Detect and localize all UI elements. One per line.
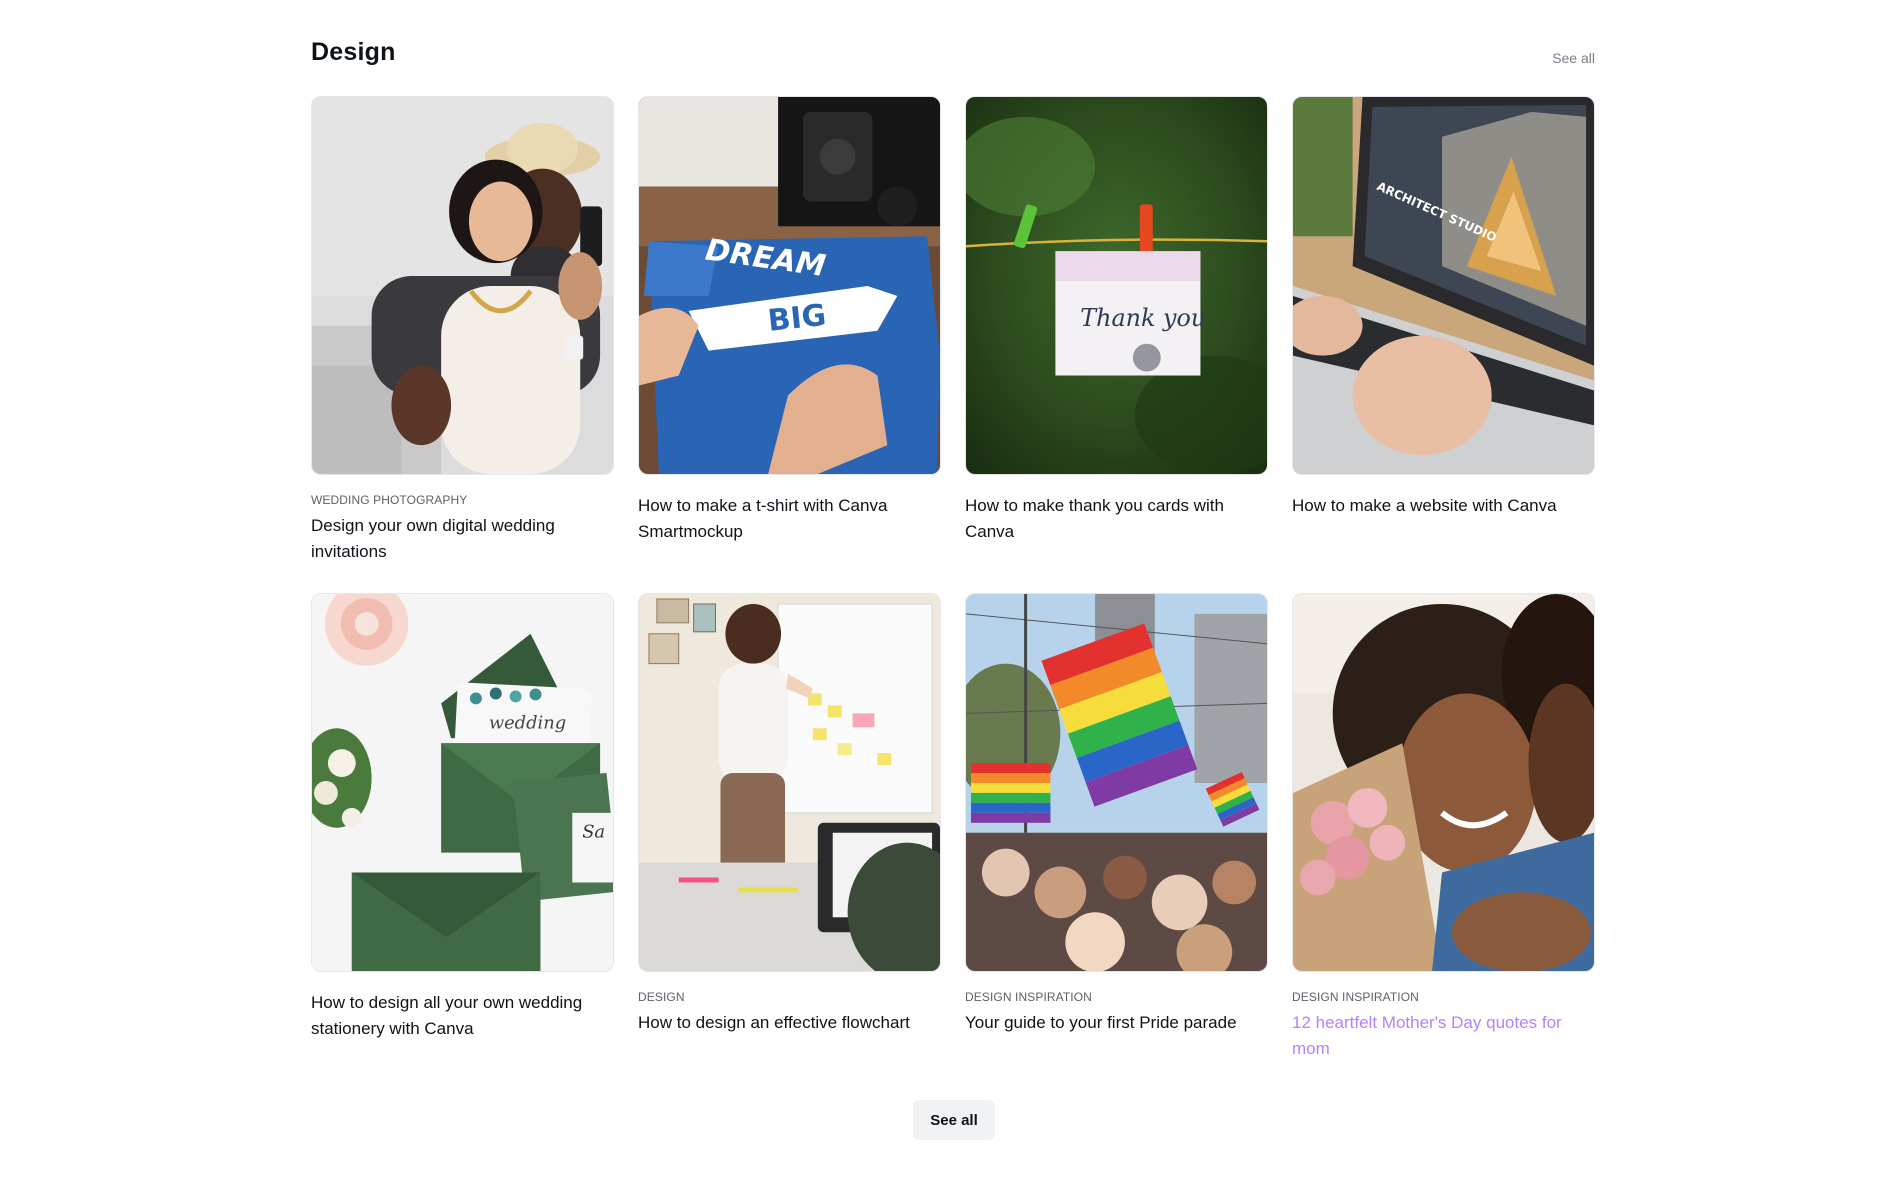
thank-you-card-text: Thank you bbox=[1080, 304, 1206, 332]
article-title[interactable]: Design your own digital wedding invitati… bbox=[311, 513, 614, 565]
article-card[interactable]: Design How to design an effective flowch… bbox=[638, 593, 941, 1090]
article-category: Design bbox=[638, 990, 685, 1004]
see-all-button[interactable]: See all bbox=[913, 1100, 995, 1140]
article-title[interactable]: How to make thank you cards with Canva bbox=[965, 493, 1268, 545]
article-card[interactable]: ARCHITECT STUDIO How to make a website w… bbox=[1292, 96, 1595, 593]
article-title[interactable]: How to make a t-shirt with Canva Smartmo… bbox=[638, 493, 941, 545]
article-thumbnail-pride-parade[interactable] bbox=[965, 593, 1268, 972]
article-thumbnail-wedding-envelopes[interactable]: wedding Sa bbox=[311, 593, 614, 972]
article-thumbnail-couple-selfie[interactable] bbox=[311, 96, 614, 475]
article-title[interactable]: 12 heartfelt Mother's Day quotes for mom bbox=[1292, 1010, 1595, 1062]
article-category: Design Inspiration bbox=[965, 990, 1092, 1004]
tshirt-text-line2: BIG bbox=[766, 298, 828, 339]
article-category: Design Inspiration bbox=[1292, 990, 1419, 1004]
article-title[interactable]: Your guide to your first Pride parade bbox=[965, 1010, 1268, 1036]
see-all-link-top[interactable]: See all bbox=[1552, 50, 1595, 66]
article-category: Wedding Photography bbox=[311, 493, 468, 507]
article-card[interactable]: wedding Sa How to design all your own we… bbox=[311, 593, 614, 1090]
article-thumbnail-thank-you-card[interactable]: Thank you bbox=[965, 96, 1268, 475]
section-header: Design See all bbox=[311, 0, 1595, 96]
article-thumbnail-mothers-day[interactable] bbox=[1292, 593, 1595, 972]
article-card[interactable]: Design Inspiration 12 heartfelt Mother's… bbox=[1292, 593, 1595, 1090]
design-section: Design See all WEDDING PHOTOGRAPHY Desig… bbox=[311, 0, 1595, 1058]
save-date-card-text: Sa bbox=[582, 822, 605, 843]
article-card[interactable]: Wedding Photography Design your own digi… bbox=[311, 96, 614, 593]
article-thumbnail-laptop-website[interactable]: ARCHITECT STUDIO bbox=[1292, 96, 1595, 475]
section-title: Design bbox=[311, 38, 396, 66]
wedding-card-text: wedding bbox=[489, 712, 566, 733]
article-grid: Wedding Photography Design your own digi… bbox=[311, 96, 1595, 1090]
article-card[interactable]: Design Inspiration Your guide to your fi… bbox=[965, 593, 1268, 1090]
article-title[interactable]: How to design an effective flowchart bbox=[638, 1010, 941, 1036]
article-title[interactable]: How to design all your own wedding stati… bbox=[311, 990, 614, 1042]
article-title[interactable]: How to make a website with Canva bbox=[1292, 493, 1595, 519]
article-thumbnail-tshirt[interactable]: DREAM BIG bbox=[638, 96, 941, 475]
article-thumbnail-flowchart[interactable] bbox=[638, 593, 941, 972]
article-card[interactable]: Thank you How to make thank you cards wi… bbox=[965, 96, 1268, 593]
article-card[interactable]: DREAM BIG How to make a t-shirt with Can… bbox=[638, 96, 941, 593]
